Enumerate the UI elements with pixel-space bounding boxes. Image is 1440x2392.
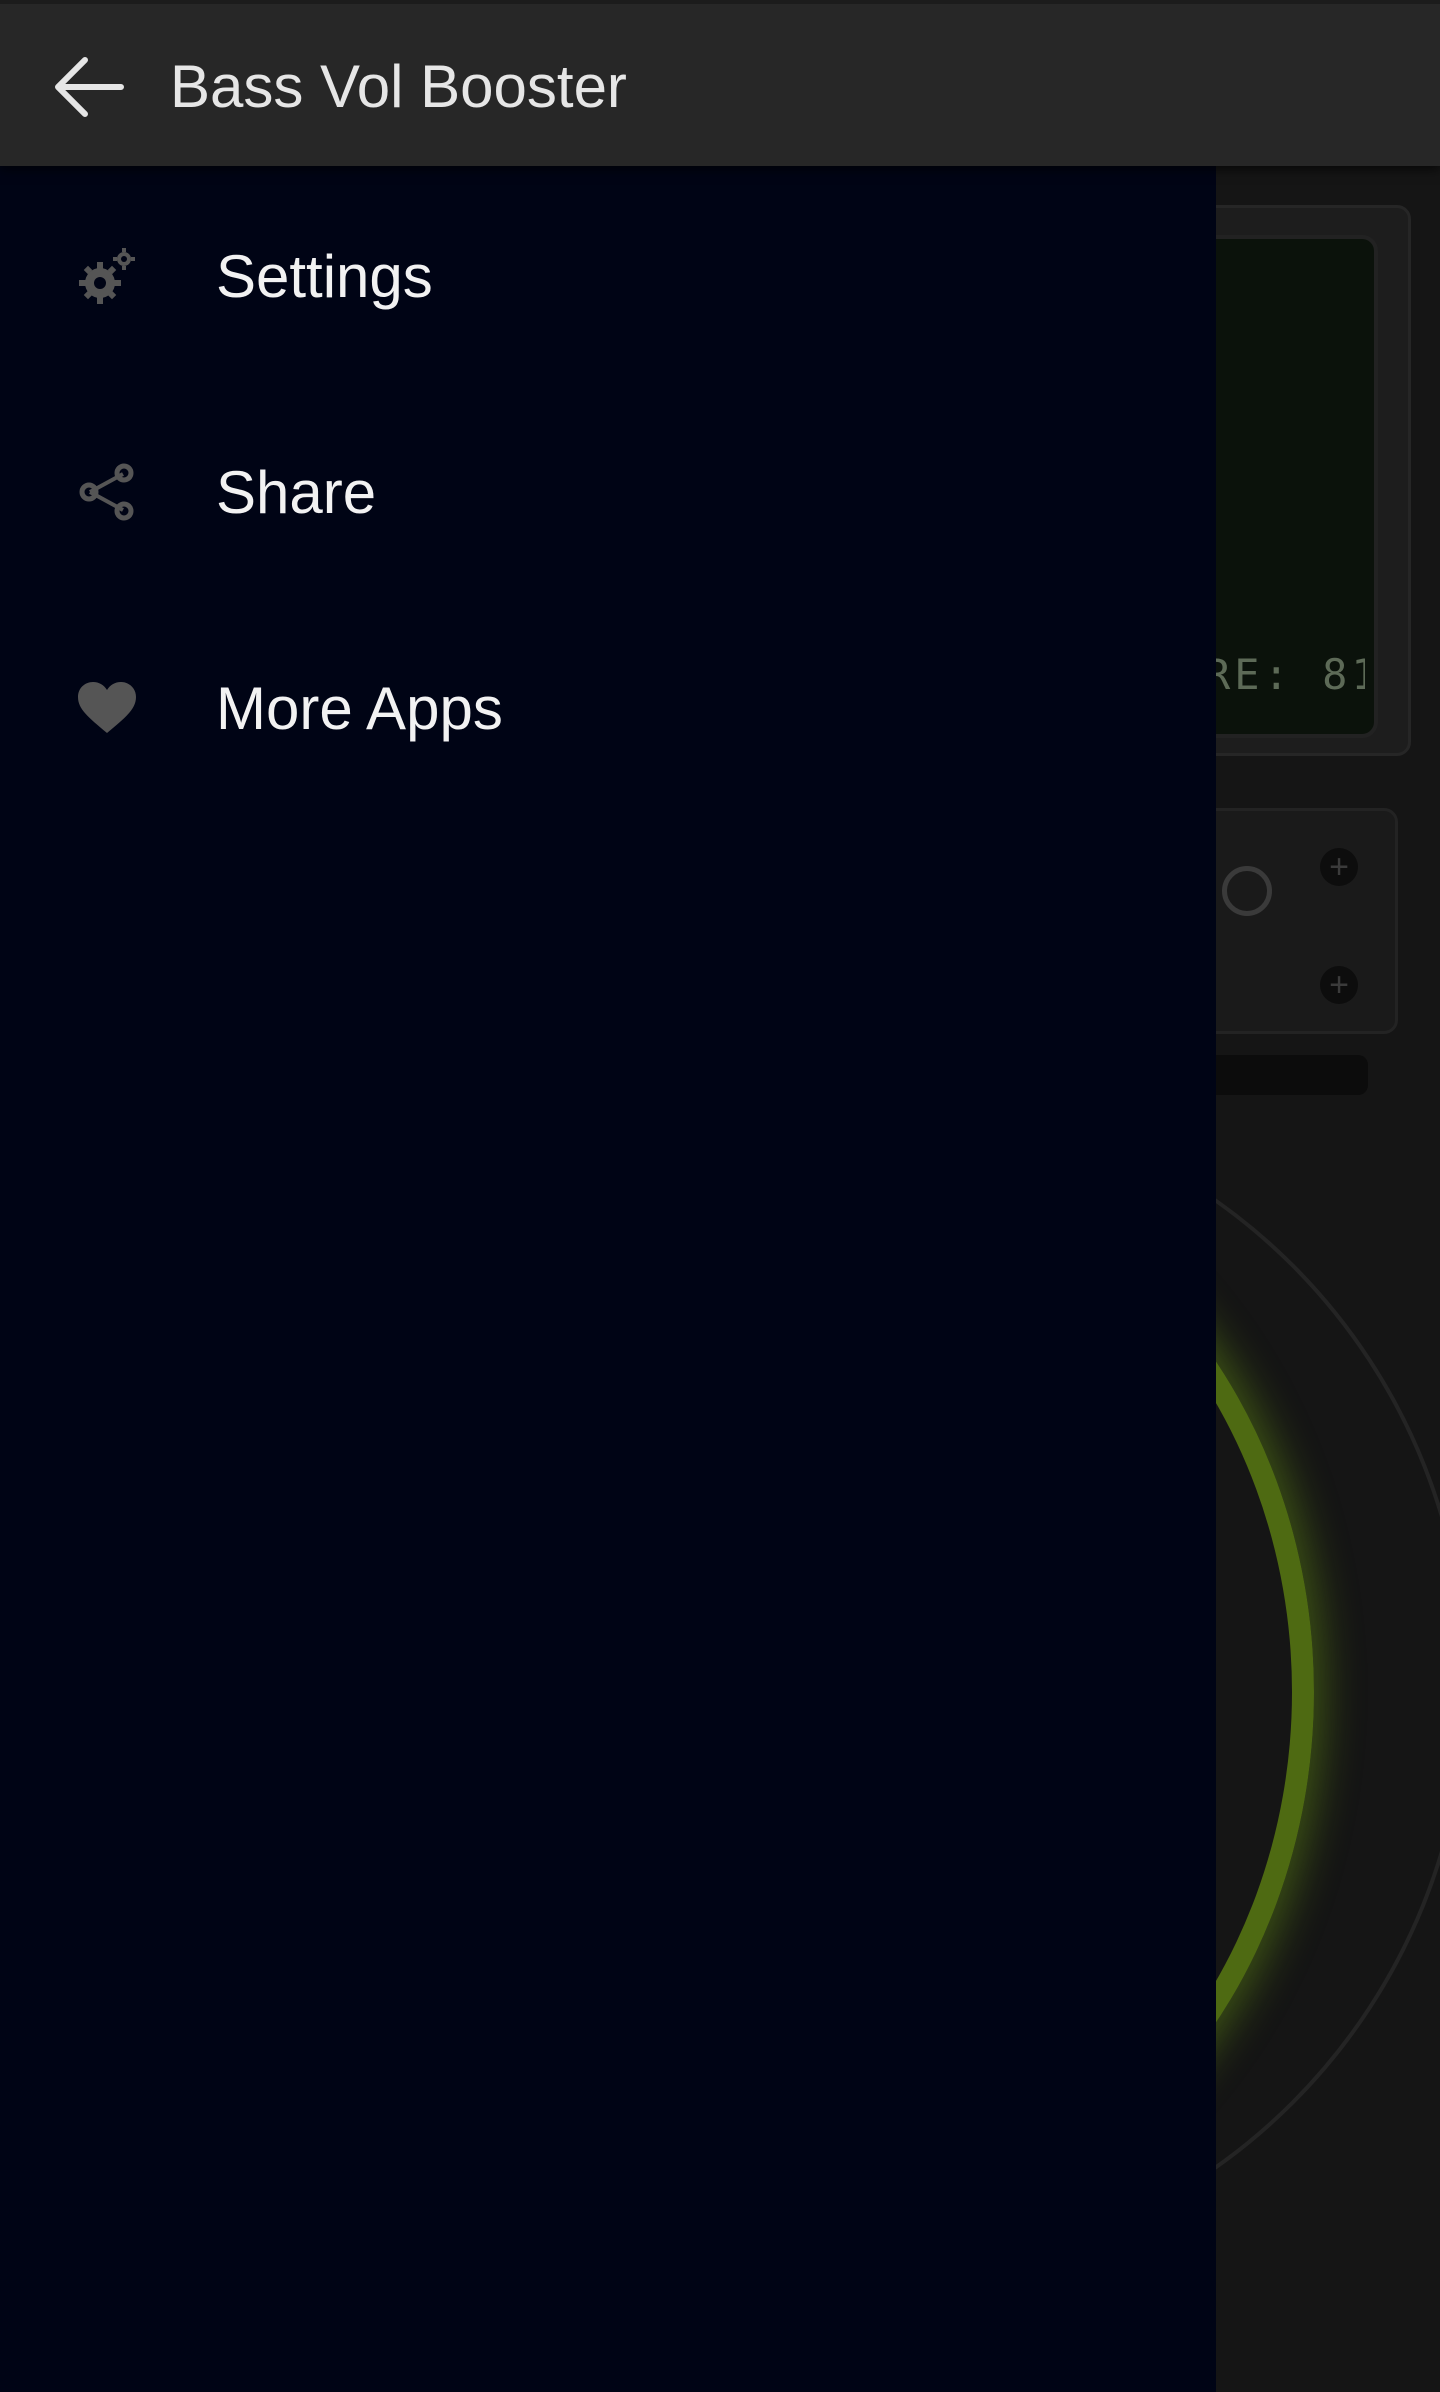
app-toolbar: Bass Vol Booster [0,0,1440,166]
menu-item-label: Share [216,458,377,526]
menu-item-label: Settings [216,242,433,310]
share-icon [76,461,138,523]
gear-icon [76,245,138,307]
arrow-left-icon [55,57,124,117]
back-button[interactable] [40,42,136,132]
menu-item-share[interactable]: Share [0,392,1216,592]
screw-icon: + [1320,966,1358,1004]
volume-readout: RE: 81% [1205,650,1365,699]
navigation-drawer: Settings Share More Apps [0,166,1216,2392]
menu-item-more-apps[interactable]: More Apps [0,608,1216,808]
page-title: Bass Vol Booster [170,53,627,120]
heart-icon [76,677,138,739]
menu-item-settings[interactable]: Settings [0,176,1216,376]
toggle-ring [1222,866,1272,916]
menu-item-label: More Apps [216,674,503,742]
screw-icon: + [1320,848,1358,886]
